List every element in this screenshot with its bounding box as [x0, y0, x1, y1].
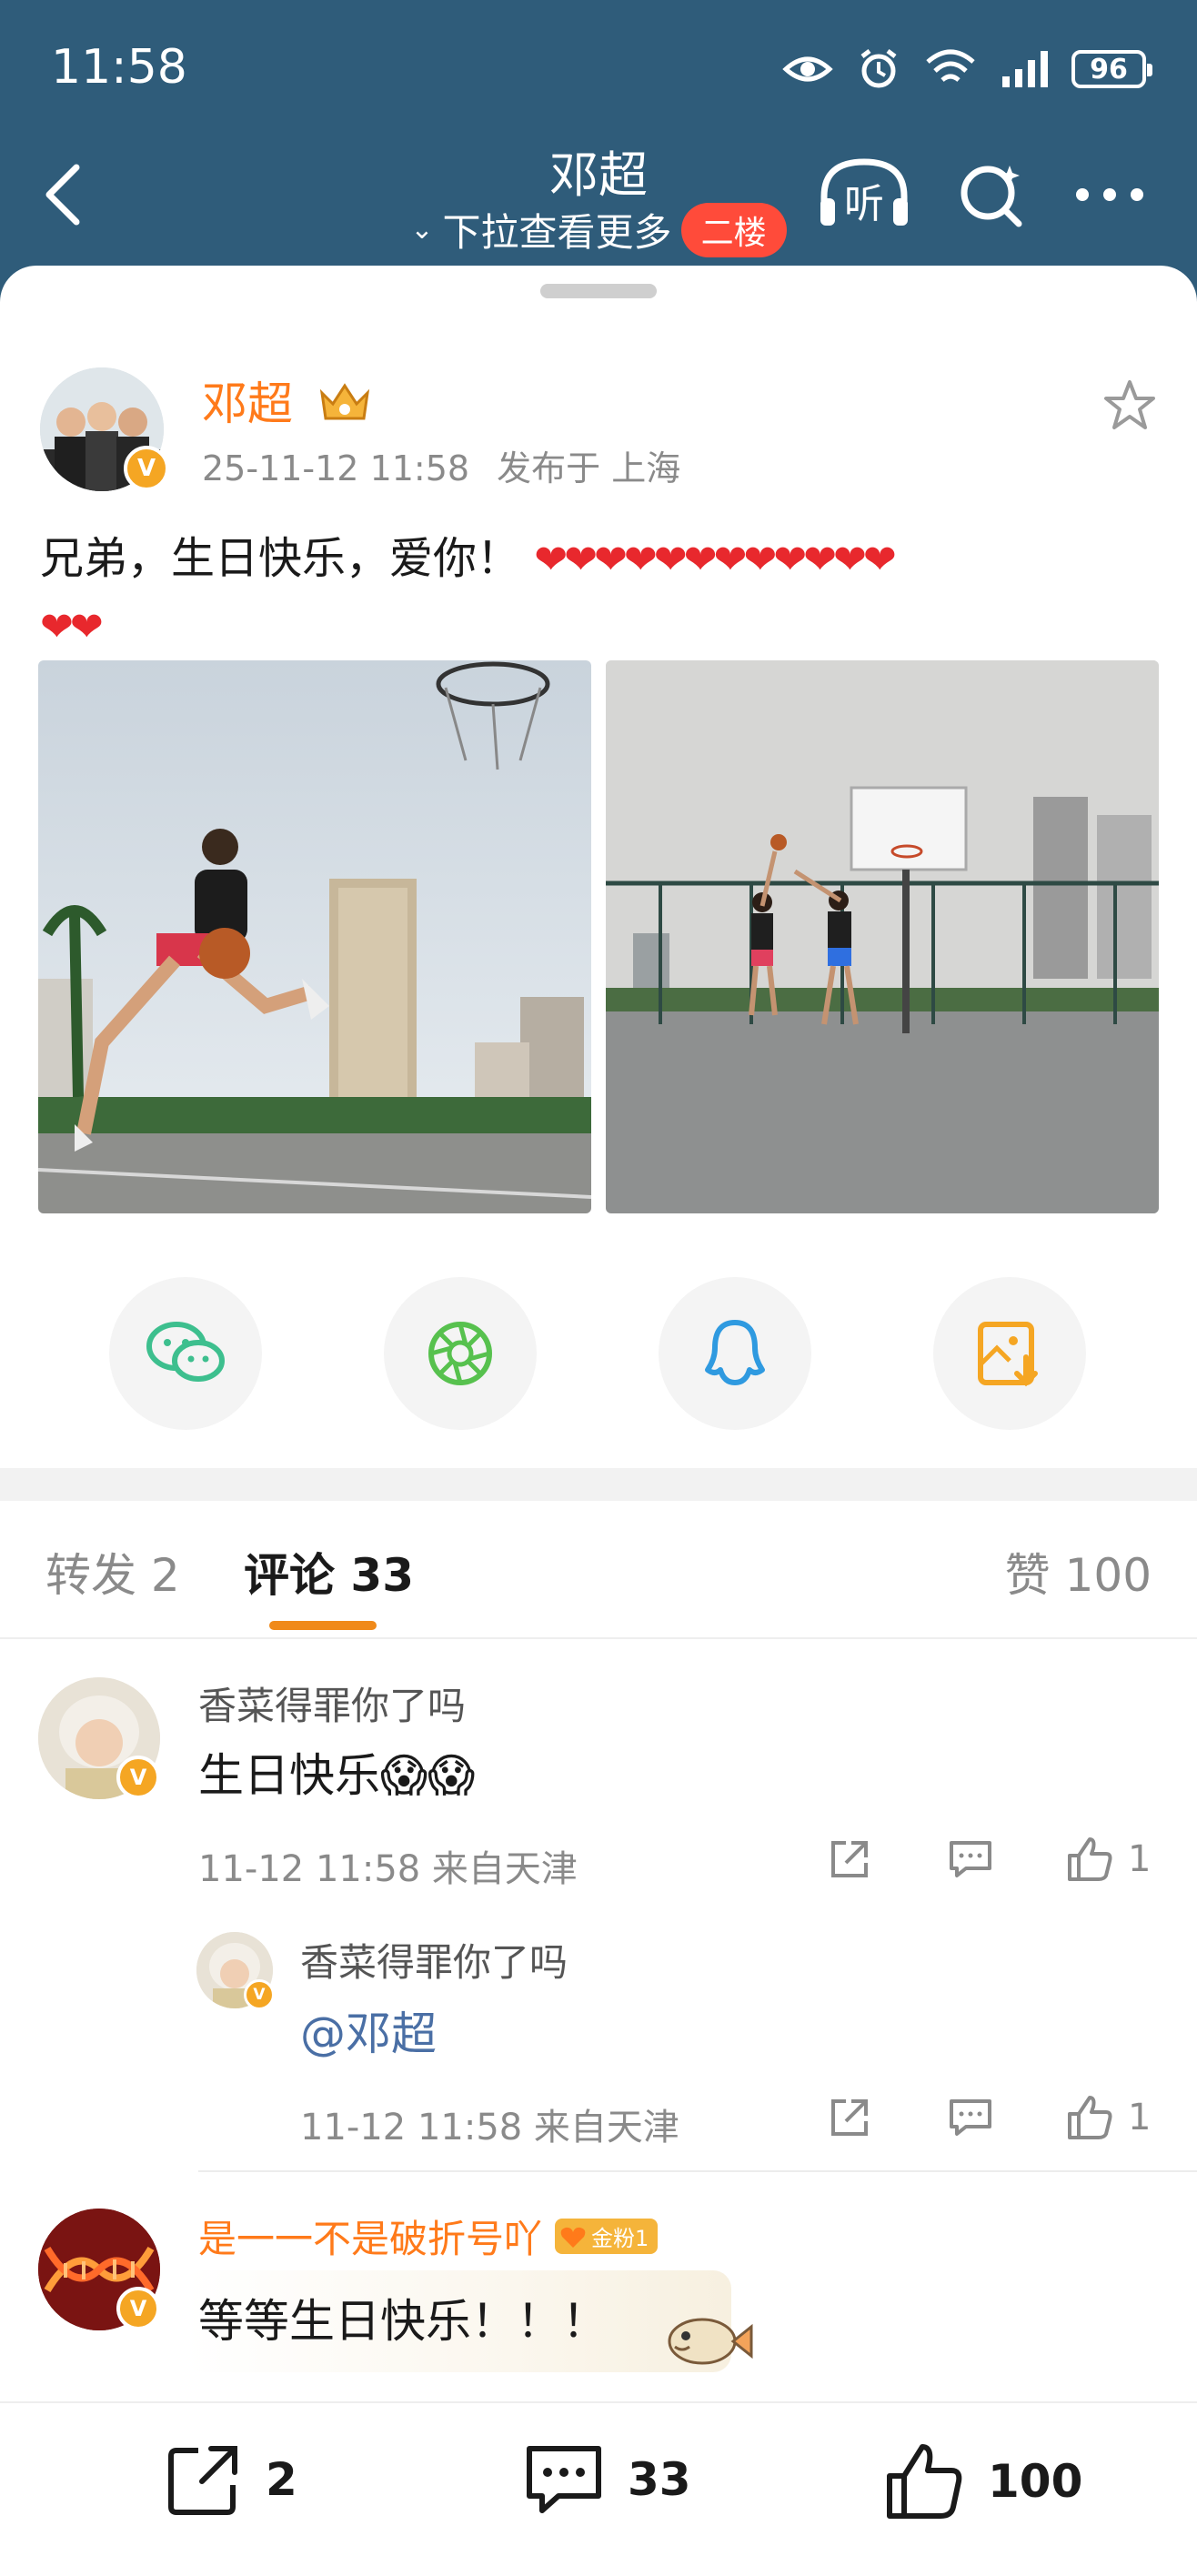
hearts-row-1: ❤❤❤❤❤❤❤❤❤❤❤❤ — [534, 537, 896, 583]
fan-badge: 金粉1 — [555, 2219, 659, 2254]
comment-like-count: 1 — [1128, 1838, 1152, 1880]
reply-mention[interactable]: @邓超 — [300, 1997, 437, 2063]
author-name-text: 邓超 — [202, 377, 293, 430]
share-qq-button[interactable] — [659, 1277, 811, 1430]
comment-text: 等等生日快乐！！！ — [198, 2295, 608, 2348]
author-name[interactable]: 邓超 — [202, 367, 373, 437]
hearts-row-2: ❤❤ — [40, 604, 104, 650]
crown-badge-icon — [317, 378, 373, 437]
comment-text: 生日快乐😱😱 — [198, 1749, 476, 1802]
wifi-icon — [926, 49, 975, 82]
comment-author-row: 是一一不是破折号吖 金粉1 — [198, 2209, 659, 2264]
reply-reply-button[interactable] — [946, 2094, 995, 2141]
post-time: 25-11-12 11:58 — [202, 448, 470, 488]
more-icon[interactable] — [1073, 186, 1146, 204]
reply-like-count: 1 — [1128, 2097, 1152, 2138]
battery-icon: 96 — [1071, 50, 1152, 88]
bottom-repost-button[interactable]: 2 — [164, 2440, 297, 2520]
reply-icon — [950, 1841, 991, 1877]
thumbs-up-icon — [887, 2444, 962, 2519]
moments-icon — [428, 1322, 492, 1385]
bottom-repost-count: 2 — [266, 2453, 297, 2506]
signal-icon — [1002, 51, 1048, 87]
post-location: 发布于 上海 — [497, 448, 681, 488]
battery-level: 96 — [1090, 53, 1128, 86]
post-text: 兄弟，生日快乐，爱你！ ❤❤❤❤❤❤❤❤❤❤❤❤ ❤❤ — [40, 526, 1159, 660]
fish-sticker-icon — [668, 2318, 753, 2365]
reply-icon — [950, 2099, 991, 2136]
second-floor-badge: 二楼 — [680, 202, 787, 257]
comment-author[interactable]: 是一一不是破折号吖 — [198, 2209, 542, 2264]
repost-icon — [168, 2446, 237, 2515]
post-photo-1[interactable] — [38, 660, 591, 1213]
share-moments-button[interactable] — [384, 1277, 537, 1430]
eye-icon — [782, 56, 833, 82]
wechat-icon — [146, 1322, 225, 1382]
reply-share-button[interactable] — [826, 2094, 873, 2141]
comment-reply-button[interactable] — [946, 1836, 995, 1883]
fan-heart-icon — [560, 2227, 586, 2248]
chevron-down-icon: ⌄ — [410, 214, 434, 246]
post-body: 兄弟，生日快乐，爱你！ — [40, 533, 521, 584]
bottom-like-count: 100 — [988, 2455, 1083, 2508]
thumbs-up-icon — [1068, 1837, 1112, 1881]
comment-share-button[interactable] — [826, 1836, 873, 1883]
tab-like[interactable]: 赞 100 — [1005, 1539, 1152, 1605]
share-icon — [831, 1841, 868, 1877]
alarm-icon — [860, 49, 897, 88]
comment-like-button[interactable]: 1 — [1064, 1834, 1151, 1885]
pull-down-text: 下拉查看更多 — [442, 210, 672, 255]
tab-active-indicator — [269, 1621, 377, 1630]
photo-basketball-court — [606, 660, 1159, 1213]
status-time: 11:58 — [51, 40, 187, 95]
section-divider — [0, 1468, 1197, 1501]
save-image-icon — [978, 1322, 1038, 1387]
bottom-comment-count: 33 — [628, 2453, 691, 2506]
bottom-comment-button[interactable]: 33 — [522, 2440, 691, 2520]
verified-badge: V — [244, 1979, 275, 2010]
reply-meta: 11-12 11:58 来自天津 — [300, 2107, 679, 2148]
star-icon[interactable] — [1101, 377, 1159, 435]
qq-penguin-icon — [705, 1320, 765, 1385]
interaction-tabs: 转发 2 评论 33 赞 100 — [0, 1501, 1197, 1639]
drag-handle[interactable] — [540, 284, 657, 298]
thumbs-up-icon — [1068, 2096, 1112, 2139]
comment-divider — [198, 2170, 1197, 2172]
reply-author[interactable]: 香菜得罪你了吗 — [300, 1932, 568, 1987]
tab-comment[interactable]: 评论 33 — [244, 1539, 414, 1605]
comment-author[interactable]: 香菜得罪你了吗 — [198, 1675, 466, 1731]
listen-label: 听 — [844, 181, 884, 227]
search-icon[interactable] — [957, 160, 1026, 229]
comment-meta: 11-12 11:58 来自天津 — [198, 1848, 578, 1890]
verified-badge: V — [116, 2287, 160, 2330]
status-icons: 96 — [782, 42, 1152, 96]
comment-icon — [527, 2446, 601, 2513]
post-meta: 25-11-12 11:58 发布于 上海 — [202, 440, 680, 490]
share-icon — [831, 2099, 868, 2136]
bottom-like-button[interactable]: 100 — [882, 2440, 1082, 2523]
tab-repost[interactable]: 转发 2 — [45, 1539, 180, 1605]
listen-button[interactable]: 听 — [817, 156, 911, 233]
share-wechat-button[interactable] — [109, 1277, 262, 1430]
verified-badge: V — [124, 446, 169, 491]
fan-badge-label: 金粉1 — [591, 2226, 649, 2251]
post-photo-2[interactable] — [606, 660, 1159, 1213]
photo-basketball-jump — [38, 660, 591, 1213]
reply-like-button[interactable]: 1 — [1064, 2092, 1151, 2143]
save-image-button[interactable] — [933, 1277, 1086, 1430]
bottom-action-bar: 2 33 100 — [0, 2401, 1197, 2576]
verified-badge: V — [116, 1756, 160, 1799]
